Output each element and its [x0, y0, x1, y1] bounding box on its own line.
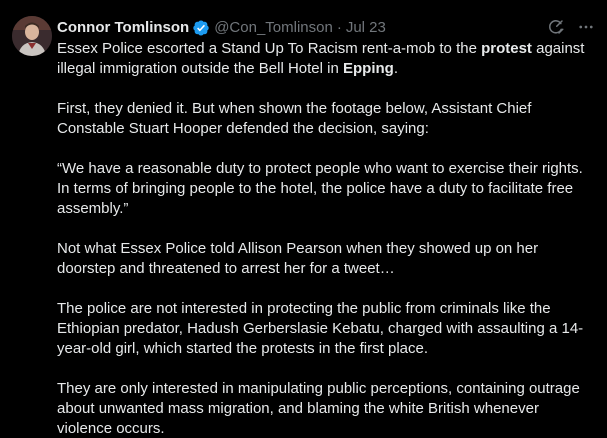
tweet-paragraph-6: They are only interested in manipulating… — [57, 380, 580, 437]
tweet-text: Essex Police escorted a Stand Up To Raci… — [57, 39, 597, 438]
tweet-paragraph-1: Essex Police escorted a Stand Up To Raci… — [57, 39, 597, 79]
avatar[interactable] — [12, 16, 52, 56]
display-name[interactable]: Connor Tomlinson — [57, 18, 189, 38]
more-options-icon[interactable] — [575, 16, 597, 38]
grok-icon[interactable] — [545, 16, 567, 38]
tweet-paragraph-5: The police are not interested in protect… — [57, 300, 584, 357]
text-segment: Essex Police escorted a Stand Up To Raci… — [57, 40, 482, 57]
highlighted-word: Epping — [342, 60, 394, 77]
user-handle[interactable]: @Con_Tomlinson — [214, 18, 333, 38]
tweet-paragraph-3: “We have a reasonable duty to protect pe… — [57, 160, 583, 217]
tweet-header: Connor Tomlinson @Con_Tomlinson · Jul 23 — [57, 18, 386, 38]
avatar-image — [12, 16, 52, 56]
tweet-paragraph-4: Not what Essex Police told Allison Pears… — [57, 240, 539, 277]
text-segment: . — [393, 60, 398, 77]
tweet-date[interactable]: Jul 23 — [346, 18, 386, 38]
highlighted-word: protest — [481, 40, 532, 57]
tweet-paragraph-2: First, they denied it. But when shown th… — [57, 100, 532, 137]
verified-badge-icon[interactable] — [192, 19, 210, 37]
tweet[interactable]: Connor Tomlinson @Con_Tomlinson · Jul 23… — [0, 0, 607, 438]
tweet-top-actions — [545, 16, 597, 38]
separator: · — [336, 19, 342, 36]
